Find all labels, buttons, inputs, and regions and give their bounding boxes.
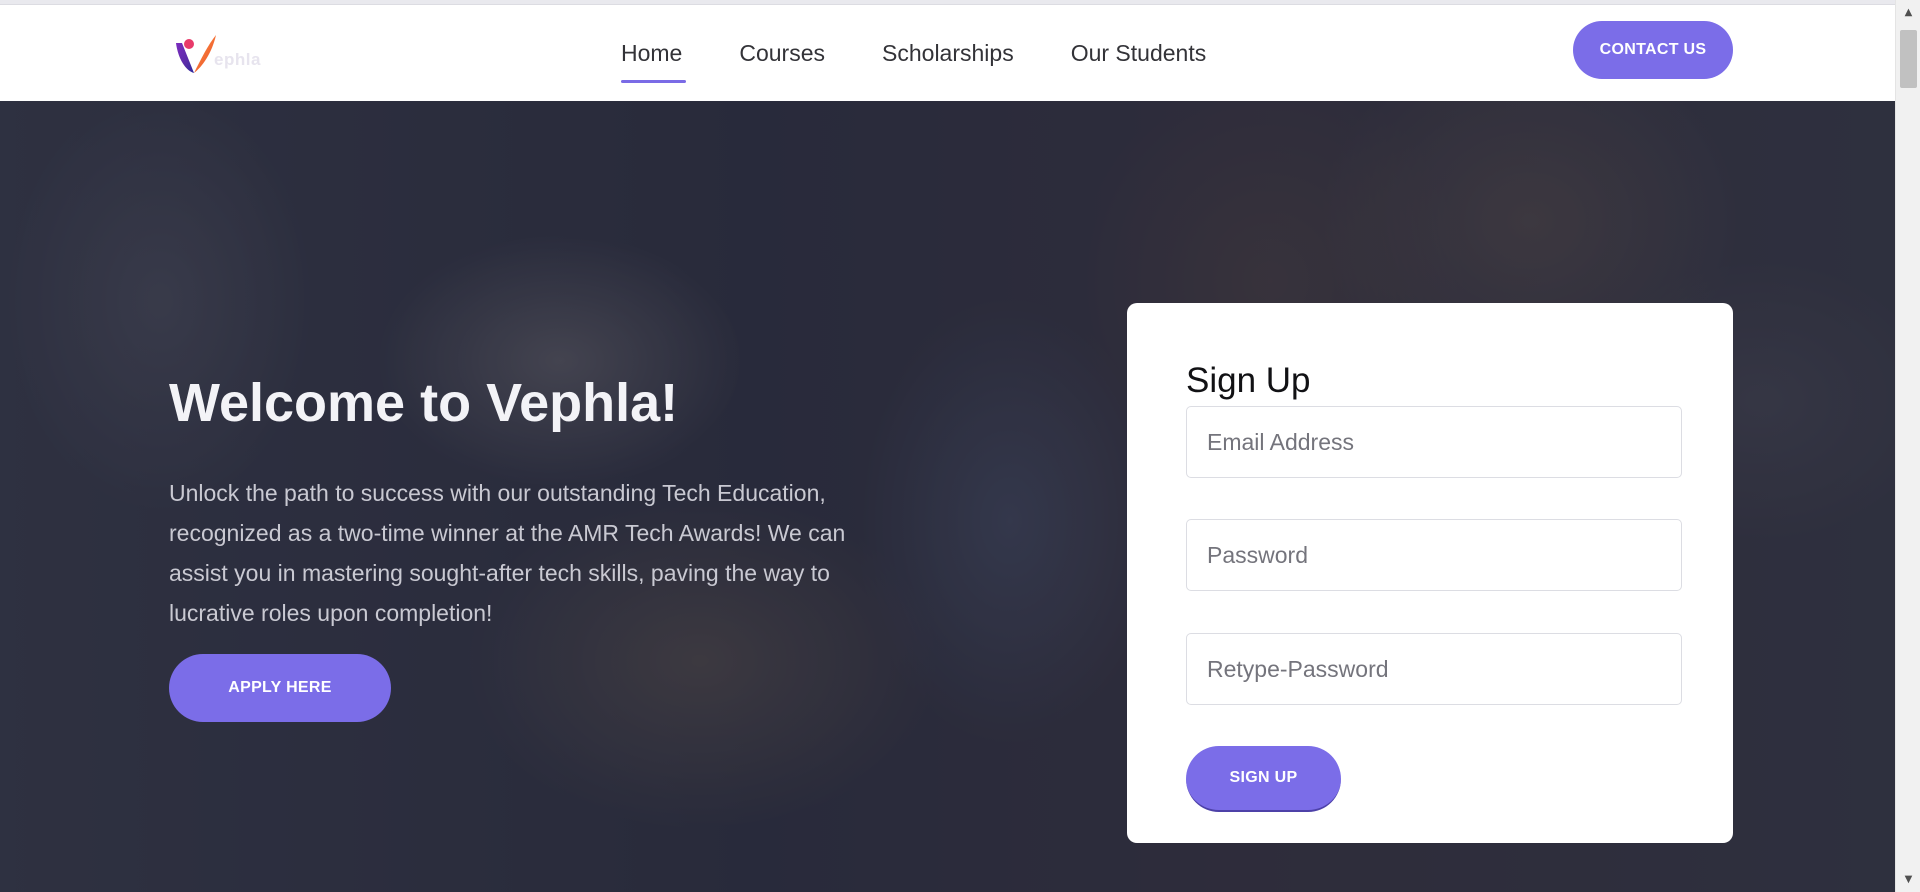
email-field[interactable] (1186, 406, 1682, 478)
password-field[interactable] (1186, 519, 1682, 591)
nav-item-courses[interactable]: Courses (739, 34, 825, 73)
logo-text: ephla (214, 50, 261, 69)
signup-title: Sign Up (1186, 361, 1311, 400)
nav-item-scholarships[interactable]: Scholarships (882, 34, 1014, 73)
vertical-scrollbar[interactable]: ▲ ▼ (1895, 0, 1920, 892)
arrow-down-icon[interactable]: ▼ (1896, 867, 1920, 892)
signup-card: Sign Up SIGN UP (1127, 303, 1733, 843)
apply-here-button[interactable]: APPLY HERE (169, 654, 391, 722)
contact-us-button[interactable]: CONTACT US (1573, 21, 1733, 79)
sign-up-button[interactable]: SIGN UP (1186, 746, 1341, 812)
arrow-up-icon[interactable]: ▲ (1896, 0, 1920, 25)
navbar: ephla Home Courses Scholarships Our Stud… (0, 5, 1895, 101)
page: ephla Home Courses Scholarships Our Stud… (0, 0, 1895, 892)
logo[interactable]: ephla (172, 25, 292, 81)
vephla-logo-icon (172, 29, 220, 77)
main-nav: Home Courses Scholarships Our Students (621, 5, 1263, 101)
scrollbar-thumb[interactable] (1900, 30, 1917, 88)
nav-item-home[interactable]: Home (621, 34, 687, 83)
hero-description: Unlock the path to success with our outs… (169, 480, 846, 626)
hero-title: Welcome to Vephla! (169, 373, 679, 433)
nav-item-our-students[interactable]: Our Students (1071, 34, 1207, 73)
retype-password-field[interactable] (1186, 633, 1682, 705)
hero-section: Welcome to Vephla! Unlock the path to su… (0, 101, 1895, 892)
